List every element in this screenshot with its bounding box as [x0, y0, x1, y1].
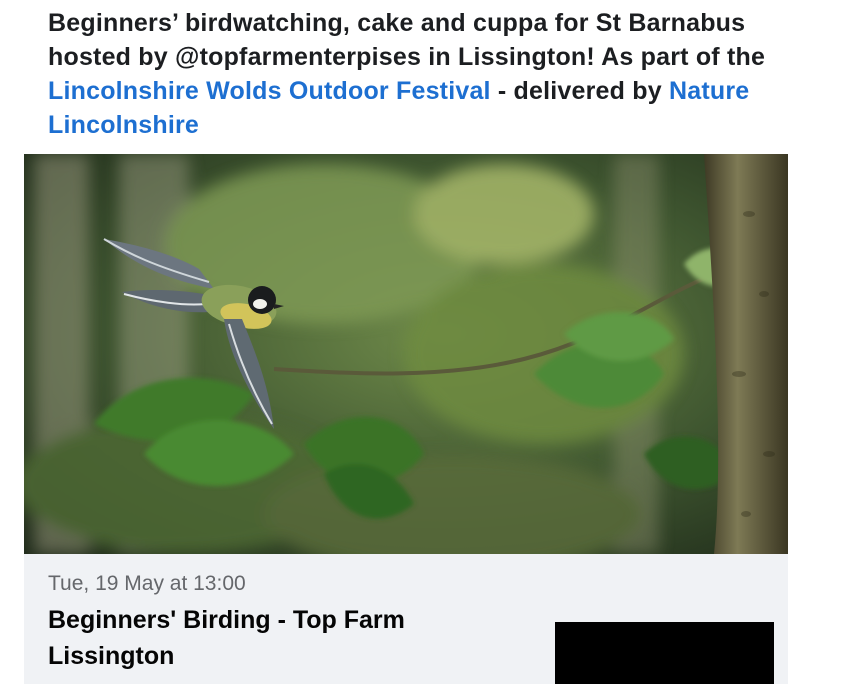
festival-link[interactable]: Lincolnshire Wolds Outdoor Festival: [48, 77, 491, 105]
post-text: Beginners’ birdwatching, cake and cuppa …: [48, 6, 808, 142]
event-date: Tue, 19 May at 13:00: [48, 572, 246, 595]
redacted-block: [555, 622, 774, 684]
event-cover-image[interactable]: [24, 154, 788, 554]
event-title[interactable]: Beginners' Birding - Top Farm Lissington: [48, 602, 508, 674]
post-text-part2: - delivered by: [490, 77, 669, 105]
bird-photo: [24, 154, 788, 554]
post-text-part1: Beginners’ birdwatching, cake and cuppa …: [48, 9, 766, 71]
event-card[interactable]: Tue, 19 May at 13:00 Beginners' Birding …: [24, 554, 788, 684]
